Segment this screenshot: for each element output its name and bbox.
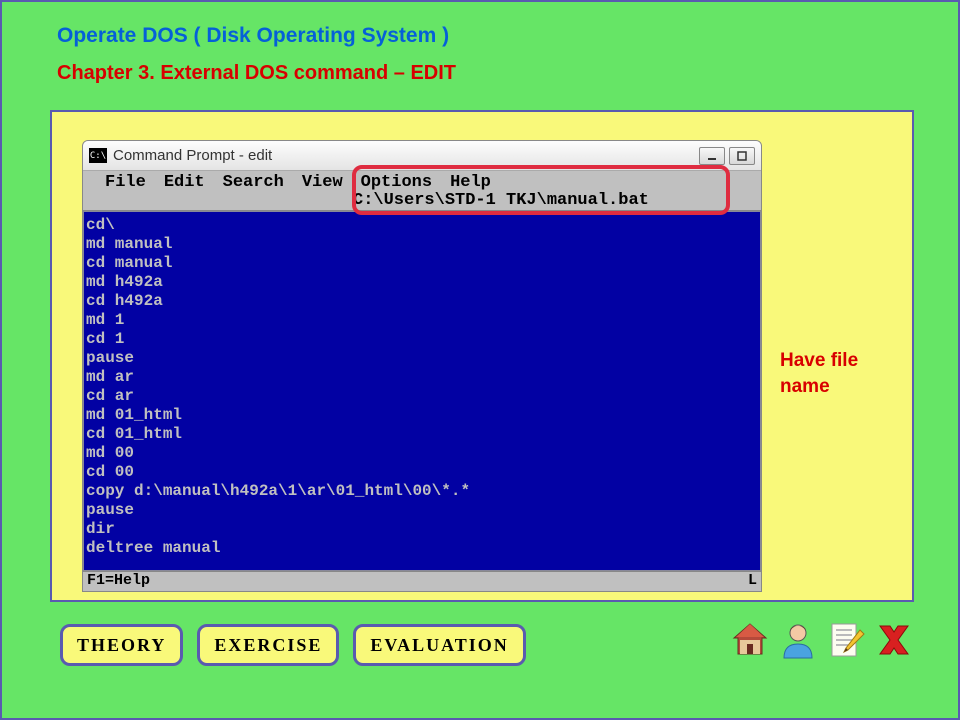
menu-view[interactable]: View [302, 173, 343, 192]
home-icon[interactable] [730, 620, 770, 660]
close-icon[interactable] [874, 620, 914, 660]
user-icon[interactable] [778, 620, 818, 660]
status-help-hint: F1=Help [87, 572, 150, 591]
command-prompt-window: C:\ Command Prompt - edit File Edit Sear… [82, 140, 762, 592]
toolbar-icons [730, 620, 914, 660]
editor-content[interactable]: cd\ md manual cd manual md h492a cd h492… [83, 211, 761, 571]
note-edit-icon[interactable] [826, 620, 866, 660]
menu-search[interactable]: Search [223, 173, 284, 192]
theory-button[interactable]: Theory [60, 624, 183, 666]
menu-help[interactable]: Help [450, 173, 491, 192]
evaluation-button[interactable]: Evaluation [353, 624, 525, 666]
exercise-button[interactable]: Exercise [197, 624, 339, 666]
maximize-button[interactable] [729, 147, 755, 165]
window-title-text: Command Prompt - edit [113, 147, 699, 164]
cmd-icon: C:\ [89, 148, 107, 163]
editor-status-bar: F1=Help L [83, 571, 761, 591]
menu-options[interactable]: Options [361, 173, 432, 192]
minimize-button[interactable] [699, 147, 725, 165]
title-bar: C:\ Command Prompt - edit [83, 141, 761, 171]
editor-menu-bar: File Edit Search View Options Help C:\Us… [83, 171, 761, 211]
page-title: Operate DOS ( Disk Operating System ) [2, 2, 958, 48]
menu-edit[interactable]: Edit [164, 173, 205, 192]
menu-file[interactable]: File [105, 173, 146, 192]
chapter-title: Chapter 3. External DOS command – EDIT [2, 48, 958, 85]
annotation-label: Have file name [780, 348, 900, 400]
status-right: L [748, 572, 761, 591]
content-panel: C:\ Command Prompt - edit File Edit Sear… [50, 110, 914, 602]
file-path: C:\Users\STD-1 TKJ\manual.bat [353, 191, 649, 210]
